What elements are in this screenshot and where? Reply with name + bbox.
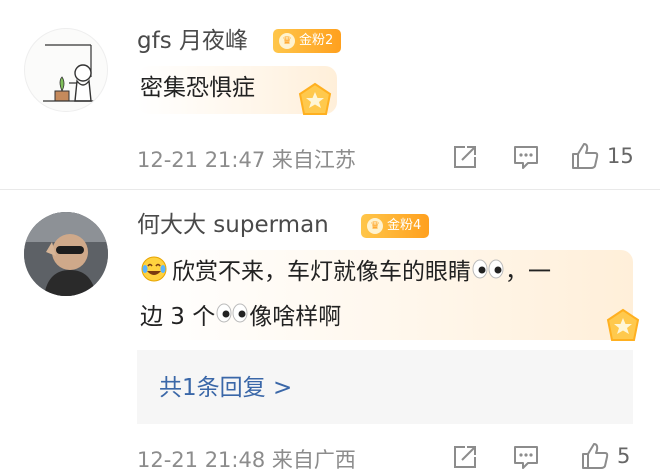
- comment-text-part-3: 边 3 个: [140, 303, 216, 330]
- avatar-drawing-icon: [43, 44, 95, 102]
- location-text: 来自广西: [271, 448, 356, 472]
- timestamp-text: 12-21 21:47: [137, 148, 266, 172]
- like-count: 5: [617, 444, 631, 468]
- thumb-up-icon[interactable]: [570, 141, 600, 171]
- badge-label: 金粉4: [387, 218, 422, 233]
- comment-text-part-2: ，一: [505, 259, 551, 285]
- comment-icon[interactable]: [512, 444, 540, 470]
- badge-crown-icon: ♛: [279, 33, 295, 49]
- timestamp: 12-21 21:47 来自江苏: [137, 144, 356, 174]
- user-avatar[interactable]: [24, 212, 108, 296]
- badge-crown-icon: ♛: [367, 218, 383, 234]
- gold-medal-icon: [298, 82, 332, 115]
- comment-text-part-1: 欣赏不来，车灯就像车的眼睛: [172, 259, 471, 285]
- comment-divider: [0, 189, 660, 190]
- comment-icon[interactable]: [512, 144, 540, 170]
- timestamp: 12-21 21:48 来自广西: [137, 444, 356, 474]
- username[interactable]: gfs 月夜峰: [137, 26, 248, 56]
- timestamp-text: 12-21 21:48: [137, 448, 266, 472]
- avatar-photo-icon: [24, 212, 108, 296]
- eyes-emoji-icon: [215, 295, 249, 339]
- reply-summary-box[interactable]: 共1条回复 >: [137, 350, 633, 424]
- comment-text-part-4: 像啥样啊: [249, 303, 342, 330]
- like-count: 15: [607, 144, 634, 168]
- user-avatar[interactable]: [24, 28, 108, 112]
- share-icon[interactable]: [452, 444, 478, 470]
- share-icon[interactable]: [452, 144, 478, 170]
- comment-text: 密集恐惧症: [140, 75, 255, 101]
- location-text: 来自江苏: [271, 148, 356, 172]
- eyes-emoji-icon: [471, 251, 505, 295]
- laugh-cry-emoji-icon: [140, 254, 168, 282]
- username[interactable]: 何大大 superman: [137, 210, 329, 240]
- gold-medal-icon: [606, 308, 640, 341]
- fan-level-badge: ♛ 金粉2: [273, 29, 342, 53]
- comment-text: 欣赏不来，车灯就像车的眼睛 ，一边 3 个 像啥样啊: [140, 250, 620, 339]
- view-replies-link[interactable]: 共1条回复 >: [159, 368, 292, 402]
- fan-level-badge: ♛ 金粉4: [361, 214, 430, 238]
- badge-label: 金粉2: [299, 33, 334, 48]
- thumb-up-icon[interactable]: [580, 441, 610, 471]
